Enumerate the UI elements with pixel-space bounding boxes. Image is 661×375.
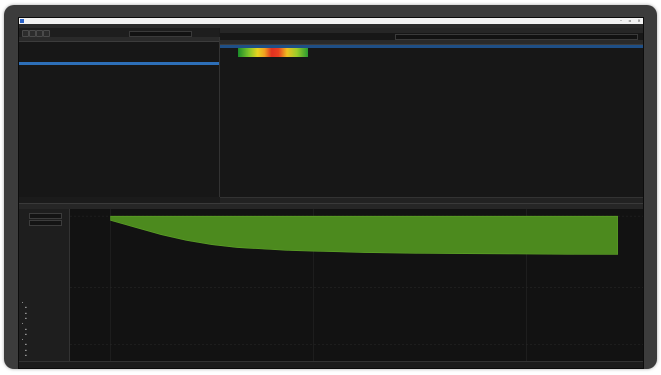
timeline-chart bbox=[70, 209, 643, 361]
right-col-header[interactable] bbox=[414, 40, 436, 44]
table-row[interactable] bbox=[19, 69, 219, 72]
right-col-header[interactable] bbox=[600, 40, 640, 44]
right-table-body bbox=[220, 45, 643, 59]
table-cell bbox=[151, 69, 167, 72]
bottom-left-panel: ▸ ▪ ▪ ▪ ▸ ▪ ▪ ▸ ▪ ▪ ▪ bbox=[19, 209, 70, 361]
tree-item[interactable]: ▪ bbox=[25, 333, 27, 336]
tree-item[interactable]: ▸ bbox=[22, 301, 23, 304]
toolbar-button-1[interactable] bbox=[22, 30, 29, 37]
right-col-header[interactable] bbox=[238, 40, 308, 44]
table-cell bbox=[81, 69, 101, 72]
checkbox-icon[interactable]: ▪ bbox=[25, 317, 27, 320]
table-cell bbox=[103, 69, 123, 72]
from-datetime-field[interactable] bbox=[29, 213, 62, 219]
left-col-header[interactable] bbox=[169, 37, 209, 41]
tree-item[interactable]: ▸ bbox=[22, 338, 23, 341]
right-pane bbox=[220, 28, 643, 197]
table-cell bbox=[125, 69, 149, 72]
expand-arrow-icon[interactable]: ▸ bbox=[22, 338, 23, 341]
tree-item[interactable]: ▪ bbox=[25, 306, 27, 309]
right-col-header[interactable] bbox=[222, 40, 236, 44]
left-col-header[interactable] bbox=[45, 37, 61, 41]
table-cell bbox=[438, 54, 452, 57]
left-col-header[interactable] bbox=[103, 37, 123, 41]
table-cell bbox=[222, 54, 236, 57]
right-col-header[interactable] bbox=[516, 40, 556, 44]
tree-item[interactable]: ▪ bbox=[25, 317, 27, 320]
table-cell bbox=[33, 69, 43, 72]
left-col-header[interactable] bbox=[21, 37, 31, 41]
checkbox-icon[interactable]: ▪ bbox=[25, 354, 27, 357]
timeline-chart-svg bbox=[70, 209, 643, 361]
checkbox-icon[interactable]: ▪ bbox=[25, 306, 27, 309]
toolbar-button-2[interactable] bbox=[29, 30, 36, 37]
checkbox-icon[interactable]: ▪ bbox=[25, 343, 27, 346]
tree-item[interactable]: ▪ bbox=[25, 312, 27, 315]
tree-item[interactable]: ▪ bbox=[25, 328, 27, 331]
to-datetime-field[interactable] bbox=[29, 220, 62, 226]
app-window: – ▫ × ▸ ▪ ▪ ▪ ▸ ▪ ▪ ▸ ▪ ▪ ▪ bbox=[18, 17, 644, 369]
left-col-header[interactable] bbox=[151, 37, 167, 41]
checkbox-icon[interactable]: ▪ bbox=[25, 333, 27, 336]
right-col-header[interactable] bbox=[352, 40, 368, 44]
right-col-header[interactable] bbox=[476, 40, 492, 44]
status-bar bbox=[19, 361, 643, 368]
table-cell bbox=[169, 69, 209, 72]
table-cell bbox=[558, 54, 598, 57]
toolbar-button-4[interactable] bbox=[43, 30, 50, 37]
tree-item[interactable]: ▪ bbox=[25, 349, 27, 352]
left-col-header[interactable] bbox=[81, 37, 101, 41]
table-cell bbox=[63, 69, 79, 72]
table-cell bbox=[21, 69, 31, 72]
table-cell bbox=[600, 54, 640, 57]
expand-arrow-icon[interactable]: ▸ bbox=[22, 301, 23, 304]
right-col-header[interactable] bbox=[392, 40, 412, 44]
checkbox-icon[interactable]: ▪ bbox=[25, 328, 27, 331]
tree-item[interactable]: ▪ bbox=[25, 354, 27, 357]
table-row[interactable] bbox=[220, 54, 643, 57]
table-cell bbox=[494, 54, 514, 57]
tree-item[interactable]: ▪ bbox=[25, 343, 27, 346]
app-icon bbox=[20, 19, 24, 23]
expand-arrow-icon[interactable]: ▸ bbox=[22, 322, 23, 325]
table-cell bbox=[45, 69, 61, 72]
right-panel-title bbox=[220, 28, 643, 33]
right-col-header[interactable] bbox=[454, 40, 474, 44]
table-cell bbox=[454, 54, 474, 57]
table-cell bbox=[516, 54, 556, 57]
table-cell bbox=[370, 54, 390, 57]
toolbar bbox=[19, 28, 219, 37]
table-cell bbox=[476, 54, 492, 57]
table-cell bbox=[392, 54, 412, 57]
left-col-header[interactable] bbox=[63, 37, 79, 41]
checkbox-icon[interactable]: ▪ bbox=[25, 349, 27, 352]
right-col-header[interactable] bbox=[494, 40, 514, 44]
toolbar-button-3[interactable] bbox=[36, 30, 43, 37]
left-col-header[interactable] bbox=[33, 37, 43, 41]
tree-item[interactable]: ▸ bbox=[22, 322, 23, 325]
table-cell bbox=[238, 54, 308, 57]
table-cell bbox=[352, 54, 368, 57]
left-col-header[interactable] bbox=[125, 37, 149, 41]
table-cell bbox=[414, 54, 436, 57]
checkbox-icon[interactable]: ▪ bbox=[25, 312, 27, 315]
table-cell bbox=[310, 54, 350, 57]
right-col-header[interactable] bbox=[370, 40, 390, 44]
right-col-header[interactable] bbox=[558, 40, 598, 44]
right-col-header[interactable] bbox=[438, 40, 452, 44]
left-pane bbox=[19, 37, 220, 197]
right-col-header[interactable] bbox=[310, 40, 350, 44]
